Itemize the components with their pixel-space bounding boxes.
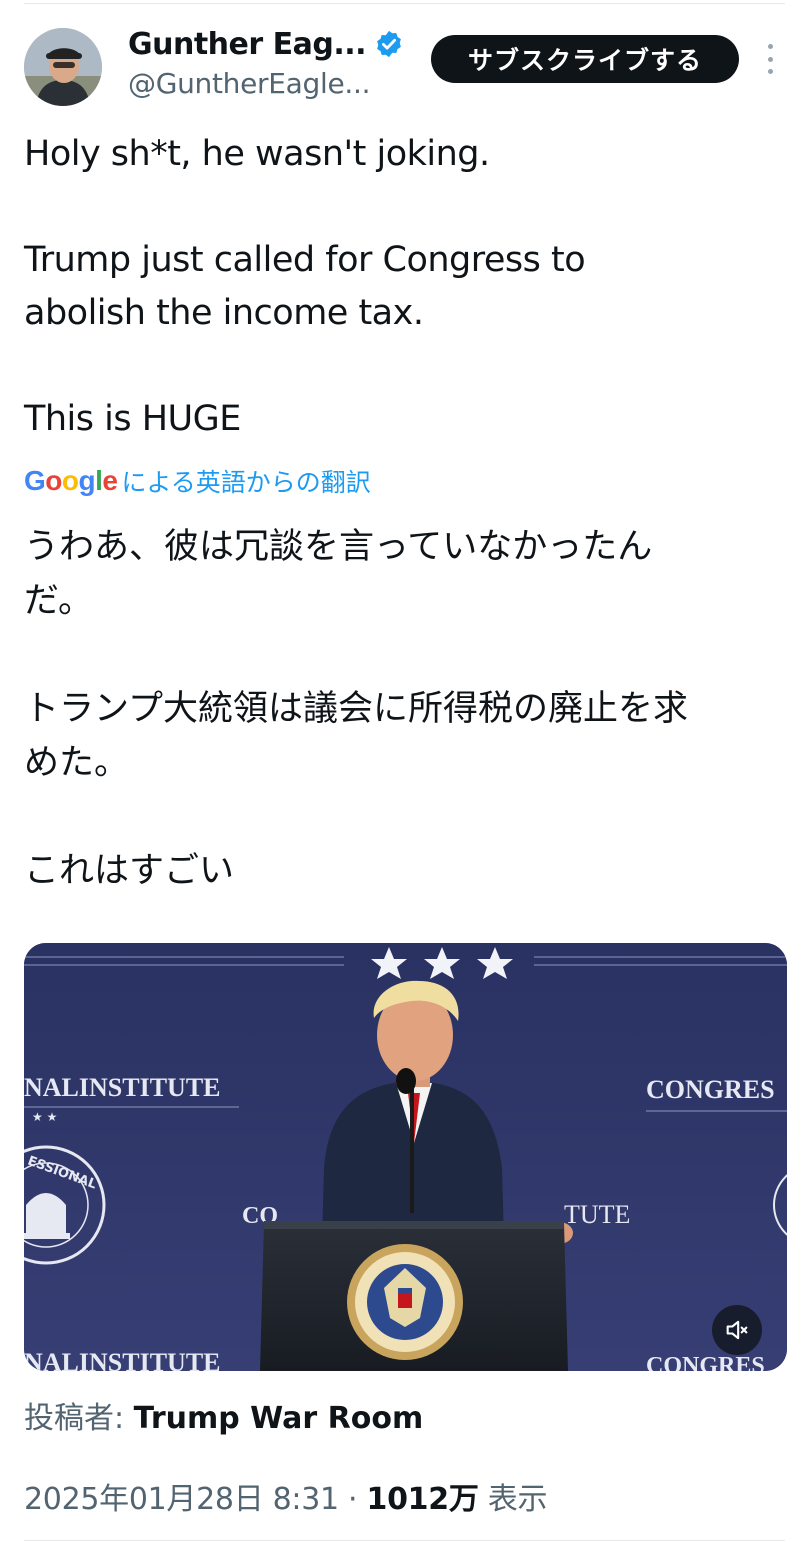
bottom-divider — [24, 1540, 785, 1541]
mute-glyph — [726, 1320, 748, 1340]
top-divider — [24, 3, 785, 4]
avatar[interactable] — [24, 28, 102, 106]
author-name[interactable]: Gunther Eag... — [128, 27, 367, 62]
subscribe-button[interactable]: サブスクライブする — [431, 35, 739, 83]
translated-line: トランプ大統領は議会に所得税の廃止を求 めた。 — [24, 689, 688, 783]
video-attribution: 投稿者: Trump War Room — [24, 1393, 423, 1437]
translated-text: うわあ、彼は冗談を言っていなかったん だ。 トランプ大統領は議会に所得税の廃止を… — [24, 520, 784, 898]
verified-badge-icon — [377, 30, 401, 58]
translated-line: これはすごい — [24, 851, 235, 891]
tweet-line: Holy sh*t, he wasn't joking. — [24, 134, 490, 174]
author-handle[interactable]: @GuntherEagle... — [128, 67, 370, 100]
tweet-text: Holy sh*t, he wasn't joking. Trump just … — [24, 128, 784, 446]
google-logo: Google — [24, 465, 118, 496]
translated-line: うわあ、彼は冗談を言っていなかったん だ。 — [24, 527, 653, 621]
svg-text:★ ★: ★ ★ — [32, 1110, 57, 1124]
attribution-prefix: 投稿者: — [24, 1401, 134, 1436]
view-label: 表示 — [478, 1482, 548, 1517]
video-player[interactable]: NALINSTITUTE ★ ★ CONGRES CO TUTE NALINST… — [24, 943, 787, 1371]
translation-attribution[interactable]: Google による英語からの翻訳 — [24, 462, 371, 500]
tweet-timestamp[interactable]: 2025年01月28日 8:31 — [24, 1482, 339, 1517]
backdrop-text: NALINSTITUTE — [24, 1348, 221, 1371]
tweet-line: This is HUGE — [24, 399, 241, 439]
more-dot — [767, 44, 773, 49]
name-row: Gunther Eag... — [128, 24, 404, 64]
backdrop-text: CONGRES — [646, 1075, 775, 1104]
tweet-header: Gunther Eag... @GuntherEagle... サブスクライブす… — [24, 24, 785, 108]
backdrop-text: CONGRES — [646, 1353, 765, 1371]
translation-label: による英語からの翻訳 — [121, 468, 371, 497]
backdrop-text: NALINSTITUTE — [24, 1073, 221, 1102]
video-frame: NALINSTITUTE ★ ★ CONGRES CO TUTE NALINST… — [24, 943, 787, 1371]
avatar-photo — [24, 28, 102, 106]
view-count: 1012万 — [366, 1482, 479, 1517]
tweet-meta: 2025年01月28日 8:31 · 1012万 表示 — [24, 1474, 547, 1518]
backdrop-text: TUTE — [564, 1200, 630, 1229]
more-dot — [767, 69, 773, 74]
more-vertical-icon[interactable] — [760, 44, 780, 74]
volume-muted-icon[interactable] — [712, 1305, 762, 1355]
attribution-source[interactable]: Trump War Room — [134, 1401, 424, 1436]
more-dot — [767, 56, 773, 62]
tweet-line: Trump just called for Congress to abolis… — [24, 240, 586, 333]
meta-separator: · — [338, 1482, 367, 1517]
